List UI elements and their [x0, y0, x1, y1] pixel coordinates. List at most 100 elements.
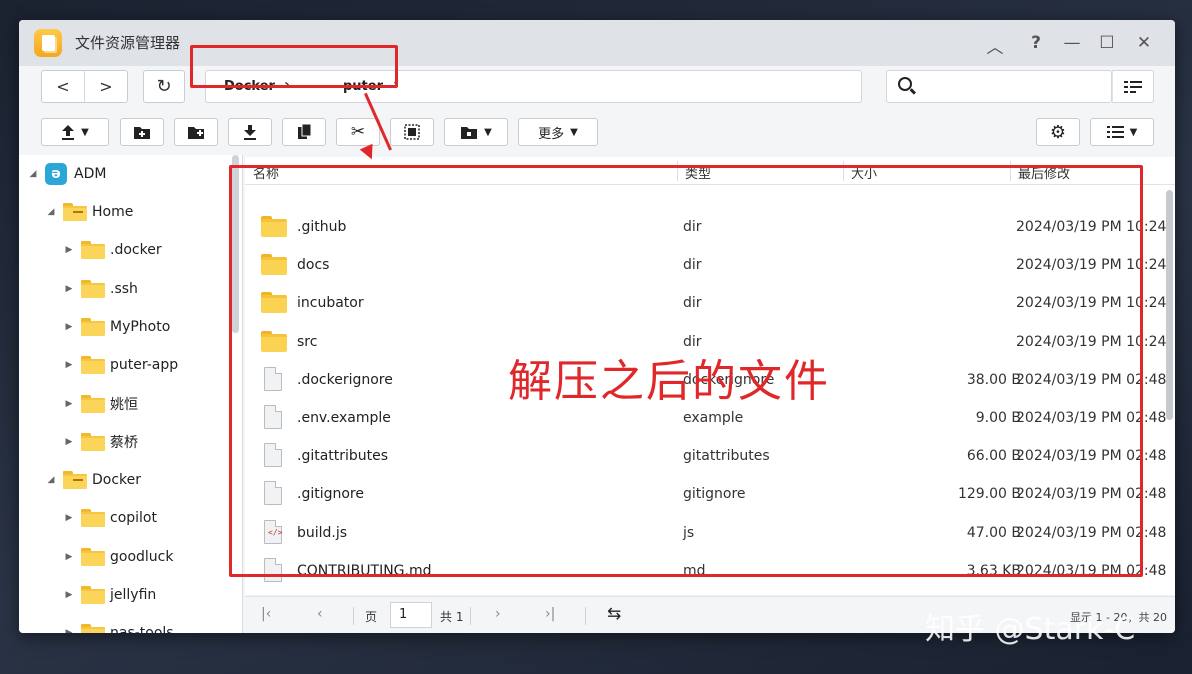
more-button[interactable]: 更多 ▼ [518, 118, 598, 146]
cut-button[interactable]: ✂ [336, 118, 380, 146]
map-drive-button[interactable]: ▼ [444, 118, 508, 146]
path-annotation-box [190, 45, 398, 88]
new-folder-button[interactable] [120, 118, 164, 146]
folder-icon [81, 394, 105, 413]
folder-add-icon [188, 126, 204, 139]
sidebar-item[interactable]: ▶ nas-tools [63, 622, 174, 633]
next-page-icon[interactable]: › [495, 606, 501, 622]
sidebar-item-label: .ssh [110, 280, 138, 297]
sidebar-item[interactable]: ◢ Docker [45, 469, 141, 491]
expand-arrow-icon[interactable]: ▶ [63, 322, 75, 332]
collapse-icon[interactable]: ︿ [985, 33, 1005, 58]
file-explorer-app-icon [34, 29, 62, 57]
sidebar-item-label: 姚恒 [110, 396, 138, 413]
copy-icon [297, 124, 311, 139]
refresh-button[interactable]: ↻ [143, 70, 185, 103]
select-all-button[interactable] [390, 118, 434, 146]
upload-button[interactable]: ▼ [41, 118, 109, 146]
refresh-icon: ↻ [156, 76, 172, 97]
file-row[interactable]: </>dev-server.jsjs2.02 KB2024/03/19 PM 0… [245, 591, 1175, 595]
tree-label: ADM [74, 166, 107, 182]
page-number-input[interactable]: 1 [390, 602, 432, 628]
search-input[interactable] [923, 77, 1103, 97]
search-icon [898, 77, 912, 91]
help-icon[interactable]: ? [1026, 33, 1046, 53]
sidebar-item-label: MyPhoto [110, 318, 171, 335]
expand-arrow-icon[interactable]: ▶ [63, 360, 75, 370]
reload-page-icon[interactable]: ⇆ [607, 604, 621, 624]
first-page-icon[interactable]: |‹ [261, 606, 271, 622]
file-list-scrollbar[interactable] [1166, 190, 1173, 420]
collapse-arrow-icon[interactable]: ◢ [45, 475, 57, 485]
folder-icon [81, 241, 105, 260]
sidebar-item[interactable]: ▶ .docker [63, 239, 162, 261]
more-label: 更多 [538, 126, 565, 142]
folder-icon [81, 432, 105, 451]
tree-root-adm[interactable]: ◢ ə ADM [27, 163, 106, 185]
folder-icon [81, 279, 105, 298]
watermark: 知乎 @Stark-C [925, 612, 1136, 647]
expand-arrow-icon[interactable]: ▶ [63, 284, 75, 294]
sidebar-item[interactable]: ▶ goodluck [63, 546, 173, 568]
sidebar-item[interactable]: ▶ MyPhoto [63, 316, 170, 338]
expand-arrow-icon[interactable]: ▶ [63, 513, 75, 523]
select-all-icon [404, 124, 420, 140]
collapse-arrow-icon[interactable]: ◢ [45, 207, 57, 217]
expand-arrow-icon[interactable]: ▶ [63, 399, 75, 409]
history-nav: < > [41, 70, 128, 103]
nas-icon: ə [45, 163, 67, 185]
window-title: 文件资源管理器 [75, 34, 181, 52]
chevron-down-icon: ▼ [1129, 126, 1138, 138]
sidebar-item[interactable]: ▶ copilot [63, 507, 157, 529]
chevron-down-icon: ▼ [570, 126, 578, 138]
pager-divider [470, 607, 471, 625]
expand-arrow-icon[interactable]: ▶ [63, 245, 75, 255]
upload-icon [62, 125, 75, 140]
sidebar-item[interactable]: ◢ Home [45, 201, 133, 223]
expand-arrow-icon[interactable]: ▶ [63, 590, 75, 600]
pager-divider [585, 607, 586, 625]
page-total: 共 1 [440, 610, 464, 624]
sidebar-item-label: copilot [110, 510, 157, 527]
sidebar-item-label: nas-tools [110, 625, 174, 633]
sidebar-item[interactable]: ▶ 姚恒 [63, 393, 138, 415]
scissors-icon: ✂ [350, 122, 366, 142]
last-page-icon[interactable]: ›| [545, 606, 555, 622]
search-options-button[interactable] [1112, 70, 1154, 103]
sidebar-item[interactable]: ▶ 蔡桥 [63, 431, 138, 453]
back-button[interactable]: < [42, 71, 84, 102]
chevron-down-icon: ▼ [484, 126, 492, 138]
download-icon [244, 125, 256, 140]
chevron-right-icon: > [99, 77, 113, 96]
forward-button[interactable]: > [84, 71, 127, 102]
view-mode-button[interactable]: ▼ [1090, 118, 1154, 146]
expand-arrow-icon[interactable]: ▶ [63, 437, 75, 447]
sidebar-item[interactable]: ▶ jellyfin [63, 584, 156, 606]
close-icon[interactable]: ✕ [1134, 33, 1154, 53]
new-shared-folder-button[interactable] [174, 118, 218, 146]
folder-icon [63, 471, 87, 490]
new-folder-icon [134, 126, 150, 139]
expand-arrow-icon[interactable]: ◢ [27, 169, 39, 179]
expand-arrow-icon[interactable]: ▶ [63, 552, 75, 562]
prev-page-icon[interactable]: ‹ [317, 606, 323, 622]
maximize-icon[interactable]: ☐ [1097, 33, 1117, 53]
sidebar-item[interactable]: ▶ .ssh [63, 278, 138, 300]
sidebar-item-label: puter-app [110, 357, 179, 374]
download-button[interactable] [228, 118, 272, 146]
search-box [886, 70, 1112, 103]
sidebar-item-label: jellyfin [110, 587, 157, 603]
folder-icon [81, 317, 105, 336]
copy-button[interactable] [282, 118, 326, 146]
sidebar-item-label: .docker [110, 242, 162, 259]
annotation-text: 解压之后的文件 [508, 356, 830, 407]
folder-share-icon [461, 126, 478, 139]
settings-button[interactable]: ⚙ [1036, 118, 1080, 146]
folder-icon [81, 356, 105, 375]
sidebar-item[interactable]: ▶ puter-app [63, 354, 178, 376]
expand-arrow-icon[interactable]: ▶ [63, 628, 75, 633]
pager-divider [353, 607, 354, 625]
minimize-icon[interactable]: — [1062, 33, 1082, 53]
sidebar-item-label: goodluck [110, 548, 174, 565]
gear-icon: ⚙ [1049, 121, 1067, 143]
